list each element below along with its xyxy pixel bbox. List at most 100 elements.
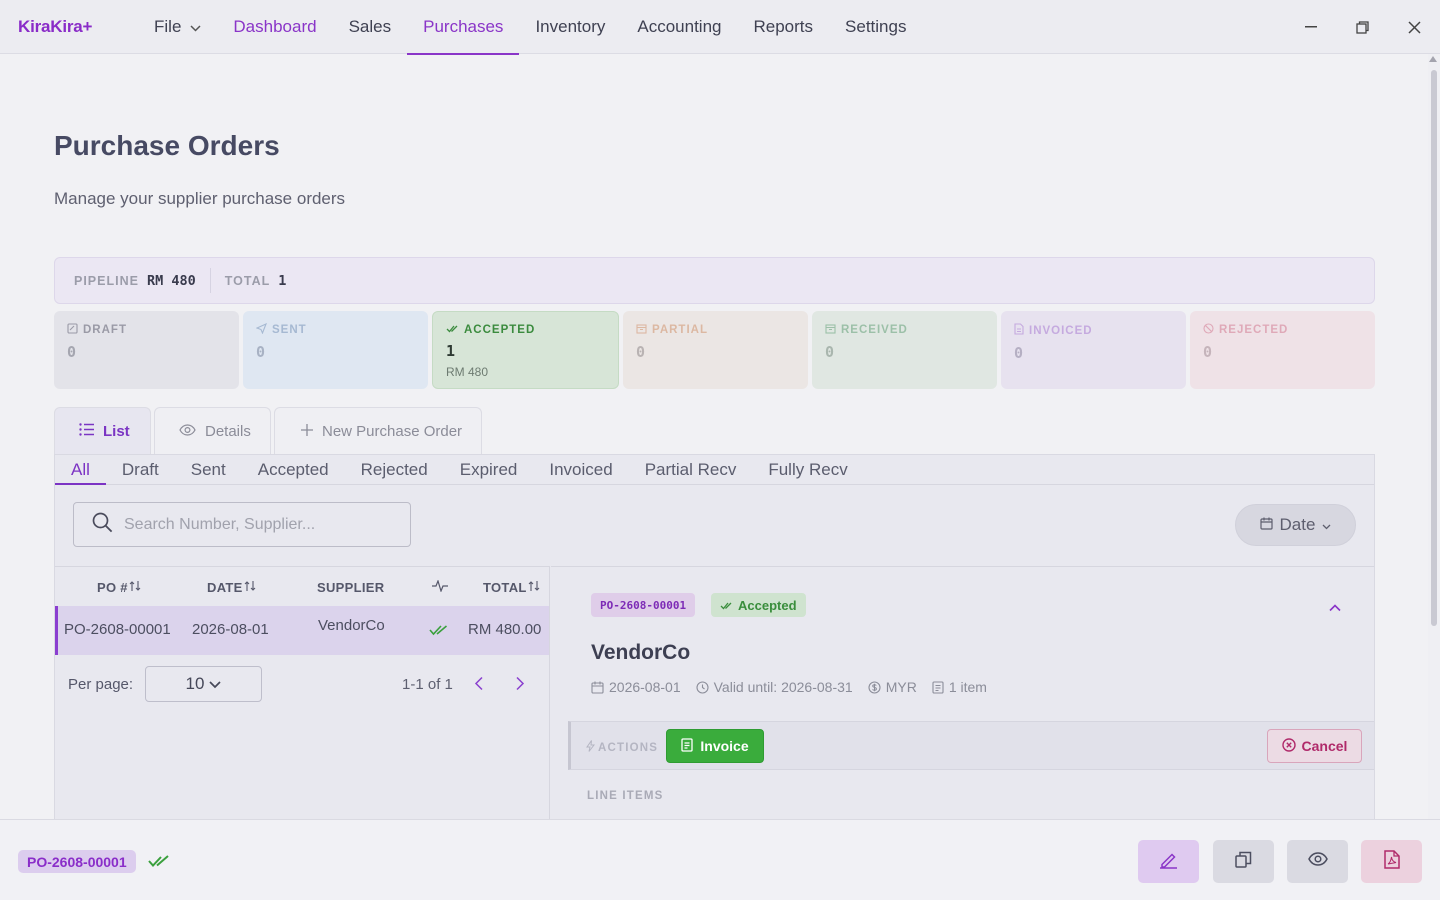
tab-list[interactable]: List	[54, 407, 151, 454]
status-card-count: 0	[1203, 343, 1213, 361]
detail-valid-until: Valid until: 2026-08-31	[713, 679, 853, 695]
collapse-chevron-up-icon[interactable]	[1329, 599, 1341, 617]
search-placeholder: Search Number, Supplier...	[124, 515, 316, 533]
scrollbar-thumb[interactable]	[1431, 70, 1437, 626]
status-card-sent[interactable]: SENT 0	[243, 311, 428, 389]
status-card-amount: RM 480	[446, 365, 489, 379]
close-icon[interactable]	[1399, 12, 1429, 42]
status-cards: DRAFT 0 SENT 0 ACCEPTED 1 RM 480 PARTIAL…	[54, 311, 1375, 389]
actions-label-group: ACTIONS	[586, 740, 658, 755]
filter-all[interactable]: All	[55, 455, 106, 485]
calendar-icon	[1259, 515, 1273, 535]
tab-list-label: List	[103, 422, 130, 440]
status-card-label: REJECTED	[1219, 324, 1289, 336]
filter-accepted[interactable]: Accepted	[242, 455, 345, 484]
invoice-icon	[681, 737, 694, 755]
row-total: RM 480.00	[468, 621, 542, 638]
filter-draft[interactable]: Draft	[106, 455, 175, 484]
menu-inventory[interactable]: Inventory	[519, 0, 621, 54]
date-filter-label: Date	[1279, 515, 1316, 534]
cancel-circle-icon	[1281, 737, 1296, 755]
row-date: 2026-08-01	[192, 621, 269, 638]
minimize-icon[interactable]	[1296, 12, 1326, 42]
filter-partial-recv[interactable]: Partial Recv	[629, 455, 753, 484]
footer-po-number: PO-2608-00001	[18, 850, 136, 873]
plus-icon	[301, 423, 313, 440]
pdf-button[interactable]	[1361, 840, 1422, 883]
restore-icon[interactable]	[1347, 12, 1377, 42]
prev-page-icon[interactable]	[474, 676, 484, 695]
search-input[interactable]: Search Number, Supplier...	[73, 502, 411, 547]
tab-new-purchase-order[interactable]: New Purchase Order	[274, 407, 482, 454]
status-card-received[interactable]: RECEIVED 0	[812, 311, 997, 389]
detail-date: 2026-08-01	[609, 679, 681, 695]
duplicate-button[interactable]	[1213, 840, 1274, 883]
filter-invoiced[interactable]: Invoiced	[533, 455, 628, 484]
detail-supplier-name: VendorCo	[591, 641, 691, 664]
col-header-supplier[interactable]: SUPPLIER	[317, 567, 384, 607]
menu-settings[interactable]: Settings	[829, 0, 922, 54]
menu-file[interactable]: File	[138, 0, 217, 54]
page-title: Purchase Orders	[54, 130, 280, 161]
detail-po-number: PO-2608-00001	[591, 593, 696, 617]
actions-bar: ACTIONS Invoice Cancel	[568, 721, 1374, 770]
col-header-po[interactable]: PO #	[97, 567, 141, 607]
per-page-select[interactable]: 10	[145, 666, 262, 702]
filter-rejected[interactable]: Rejected	[345, 455, 444, 484]
filter-expired[interactable]: Expired	[444, 455, 534, 484]
col-header-total[interactable]: TOTAL	[483, 567, 540, 607]
filter-fully-recv[interactable]: Fully Recv	[752, 455, 863, 484]
status-card-label: PARTIAL	[652, 324, 708, 336]
list-icon	[79, 422, 94, 440]
chevron-down-icon	[209, 674, 222, 694]
lightning-icon	[586, 740, 596, 755]
scroll-up-arrow-icon[interactable]	[1429, 56, 1437, 62]
tab-details[interactable]: Details	[154, 407, 271, 454]
next-page-icon[interactable]	[515, 676, 525, 695]
file-icon	[1014, 323, 1024, 338]
status-card-invoiced[interactable]: INVOICED 0	[1001, 311, 1186, 389]
menu-dashboard[interactable]: Dashboard	[217, 0, 332, 54]
status-card-draft[interactable]: DRAFT 0	[54, 311, 239, 389]
copy-icon	[1235, 851, 1252, 873]
cancel-button[interactable]: Cancel	[1267, 729, 1362, 763]
tab-details-label: Details	[205, 422, 251, 440]
status-card-count: 0	[1014, 344, 1024, 362]
filter-tabs: All Draft Sent Accepted Rejected Expired…	[55, 455, 1374, 485]
col-header-date[interactable]: DATE	[207, 567, 256, 607]
double-check-icon	[429, 623, 449, 640]
double-check-icon	[446, 324, 459, 336]
title-bar: KiraKira+ File Dashboard Sales Purchases…	[0, 0, 1440, 55]
menu-accounting[interactable]: Accounting	[621, 0, 737, 54]
table-row[interactable]: PO-2608-00001 2026-08-01 VendorCo RM 480…	[55, 606, 549, 655]
date-filter-button[interactable]: Date	[1235, 504, 1356, 546]
pipeline-divider	[209, 268, 211, 293]
edit-button[interactable]	[1138, 840, 1199, 883]
status-card-accepted[interactable]: ACCEPTED 1 RM 480	[432, 311, 619, 389]
box-icon	[636, 323, 647, 337]
pipeline-value: RM 480	[146, 272, 196, 289]
col-header-activity[interactable]	[432, 567, 448, 607]
orders-table: PO # DATE SUPPLIER TOTAL PO-2608-00001 2…	[55, 566, 550, 820]
preview-button[interactable]	[1287, 840, 1348, 883]
menu-sales[interactable]: Sales	[333, 0, 408, 54]
detail-meta: 2026-08-01 Valid until: 2026-08-31 MYR 1…	[591, 679, 987, 695]
row-po-number: PO-2608-00001	[64, 621, 171, 638]
menu-reports[interactable]: Reports	[738, 0, 830, 54]
menu-file-label: File	[154, 17, 182, 36]
status-card-partial[interactable]: PARTIAL 0	[623, 311, 808, 389]
row-supplier: VendorCo	[318, 617, 385, 634]
sort-icon	[244, 580, 256, 595]
page-range: 1-1 of 1	[402, 676, 453, 693]
menu-purchases[interactable]: Purchases	[407, 0, 520, 55]
status-badge: Accepted	[711, 593, 806, 617]
draft-icon	[67, 323, 78, 337]
filter-sent[interactable]: Sent	[175, 455, 242, 484]
double-check-icon	[720, 598, 733, 613]
status-badge-label: Accepted	[738, 597, 797, 613]
invoice-button[interactable]: Invoice	[666, 729, 764, 763]
invoice-button-label: Invoice	[700, 738, 749, 754]
tab-new-label: New Purchase Order	[322, 422, 463, 440]
status-card-rejected[interactable]: REJECTED 0	[1190, 311, 1375, 389]
cancel-button-label: Cancel	[1301, 738, 1348, 754]
